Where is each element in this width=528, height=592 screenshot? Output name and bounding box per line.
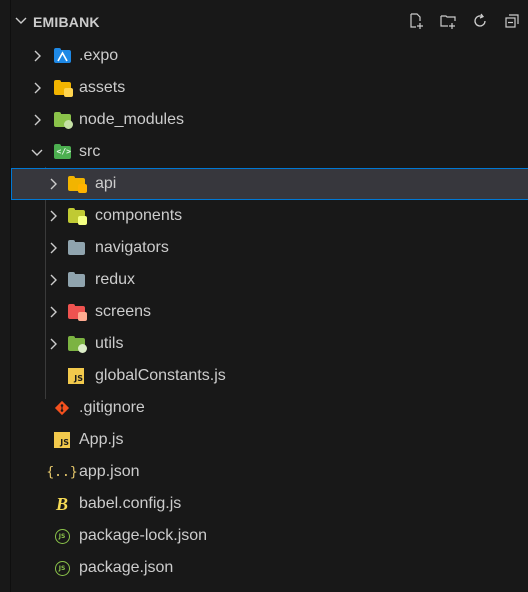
chevron-right-icon	[45, 272, 61, 288]
tree-item-node-modules[interactable]: node_modules	[11, 104, 528, 136]
tree-item-label: node_modules	[79, 111, 184, 128]
workspace-title: EMIBANK	[33, 14, 100, 30]
explorer-actions	[407, 12, 521, 30]
tree-item-label: src	[79, 143, 101, 160]
npm-icon: JS	[53, 527, 71, 545]
tree-item-label: package.json	[79, 559, 174, 576]
tree-item-package-lock-json[interactable]: JS package-lock.json	[11, 520, 528, 552]
tree-item-label: .expo	[79, 47, 119, 64]
tree-item-utils[interactable]: utils	[11, 328, 528, 360]
tree-item-app-json[interactable]: {..} app.json	[11, 456, 528, 488]
chevron-right-icon	[45, 304, 61, 320]
tree-item-label: app.json	[79, 463, 140, 480]
tree-item-label: babel.config.js	[79, 495, 182, 512]
tree-item-expo[interactable]: .expo	[11, 40, 528, 72]
chevron-right-icon	[29, 112, 45, 128]
src-folder-icon: </>	[53, 143, 71, 161]
assets-folder-icon	[53, 79, 73, 97]
tree-item-label: redux	[95, 271, 136, 288]
tree-item-navigators[interactable]: navigators	[11, 232, 528, 264]
collapse-all-icon[interactable]	[503, 12, 521, 30]
chevron-right-icon	[29, 48, 45, 64]
node-modules-folder-icon	[53, 111, 73, 129]
json-icon: {..}	[46, 464, 78, 480]
tree-item-assets[interactable]: assets	[11, 72, 528, 104]
tree-item-label: components	[95, 207, 183, 224]
new-file-icon[interactable]	[407, 12, 425, 30]
components-folder-icon	[67, 207, 87, 225]
tree-item-app-js[interactable]: JS App.js	[11, 424, 528, 456]
chevron-down-icon	[29, 144, 45, 160]
tree-item-babel-config-js[interactable]: B babel.config.js	[11, 488, 528, 520]
api-folder-icon	[67, 175, 87, 193]
tree-item-api[interactable]: api	[11, 168, 528, 200]
chevron-down-icon[interactable]	[13, 12, 29, 33]
js-file-icon: JS	[53, 431, 71, 449]
folder-icon	[67, 271, 85, 289]
tree-item-package-json[interactable]: JS package.json	[11, 552, 528, 584]
npm-icon: JS	[53, 559, 71, 577]
tree-item-screens[interactable]: screens	[11, 296, 528, 328]
git-icon	[53, 399, 71, 417]
new-folder-icon[interactable]	[439, 12, 457, 30]
tree-item-label: screens	[95, 303, 152, 320]
babel-icon: B	[55, 493, 68, 514]
folder-icon	[67, 239, 85, 257]
chevron-right-icon	[45, 208, 61, 224]
file-explorer-panel: EMIBANK .expo assets node_modules </> sr…	[10, 0, 528, 592]
tree-item-label: assets	[79, 79, 126, 96]
tree-item-label: api	[95, 175, 117, 192]
tree-item-components[interactable]: components	[11, 200, 528, 232]
tree-item-label: navigators	[95, 239, 169, 256]
screens-folder-icon	[67, 303, 87, 321]
tree-item-label: App.js	[79, 431, 124, 448]
tree-item-label: .gitignore	[79, 399, 145, 416]
tree-item-globalconstants-js[interactable]: JS globalConstants.js	[11, 360, 528, 392]
tree-item-label: utils	[95, 335, 124, 352]
js-file-icon: JS	[67, 367, 85, 385]
tree-item-label: package-lock.json	[79, 527, 208, 544]
tree-item-src[interactable]: </> src	[11, 136, 528, 168]
expo-folder-icon	[53, 47, 71, 65]
chevron-right-icon	[45, 240, 61, 256]
chevron-right-icon	[45, 336, 61, 352]
tree-item-label: globalConstants.js	[95, 367, 226, 384]
explorer-header[interactable]: EMIBANK	[11, 8, 528, 36]
tree-item-redux[interactable]: redux	[11, 264, 528, 296]
tree-item-gitignore[interactable]: .gitignore	[11, 392, 528, 424]
chevron-right-icon	[45, 176, 61, 192]
chevron-right-icon	[29, 80, 45, 96]
utils-folder-icon	[67, 335, 87, 353]
refresh-icon[interactable]	[471, 12, 489, 30]
